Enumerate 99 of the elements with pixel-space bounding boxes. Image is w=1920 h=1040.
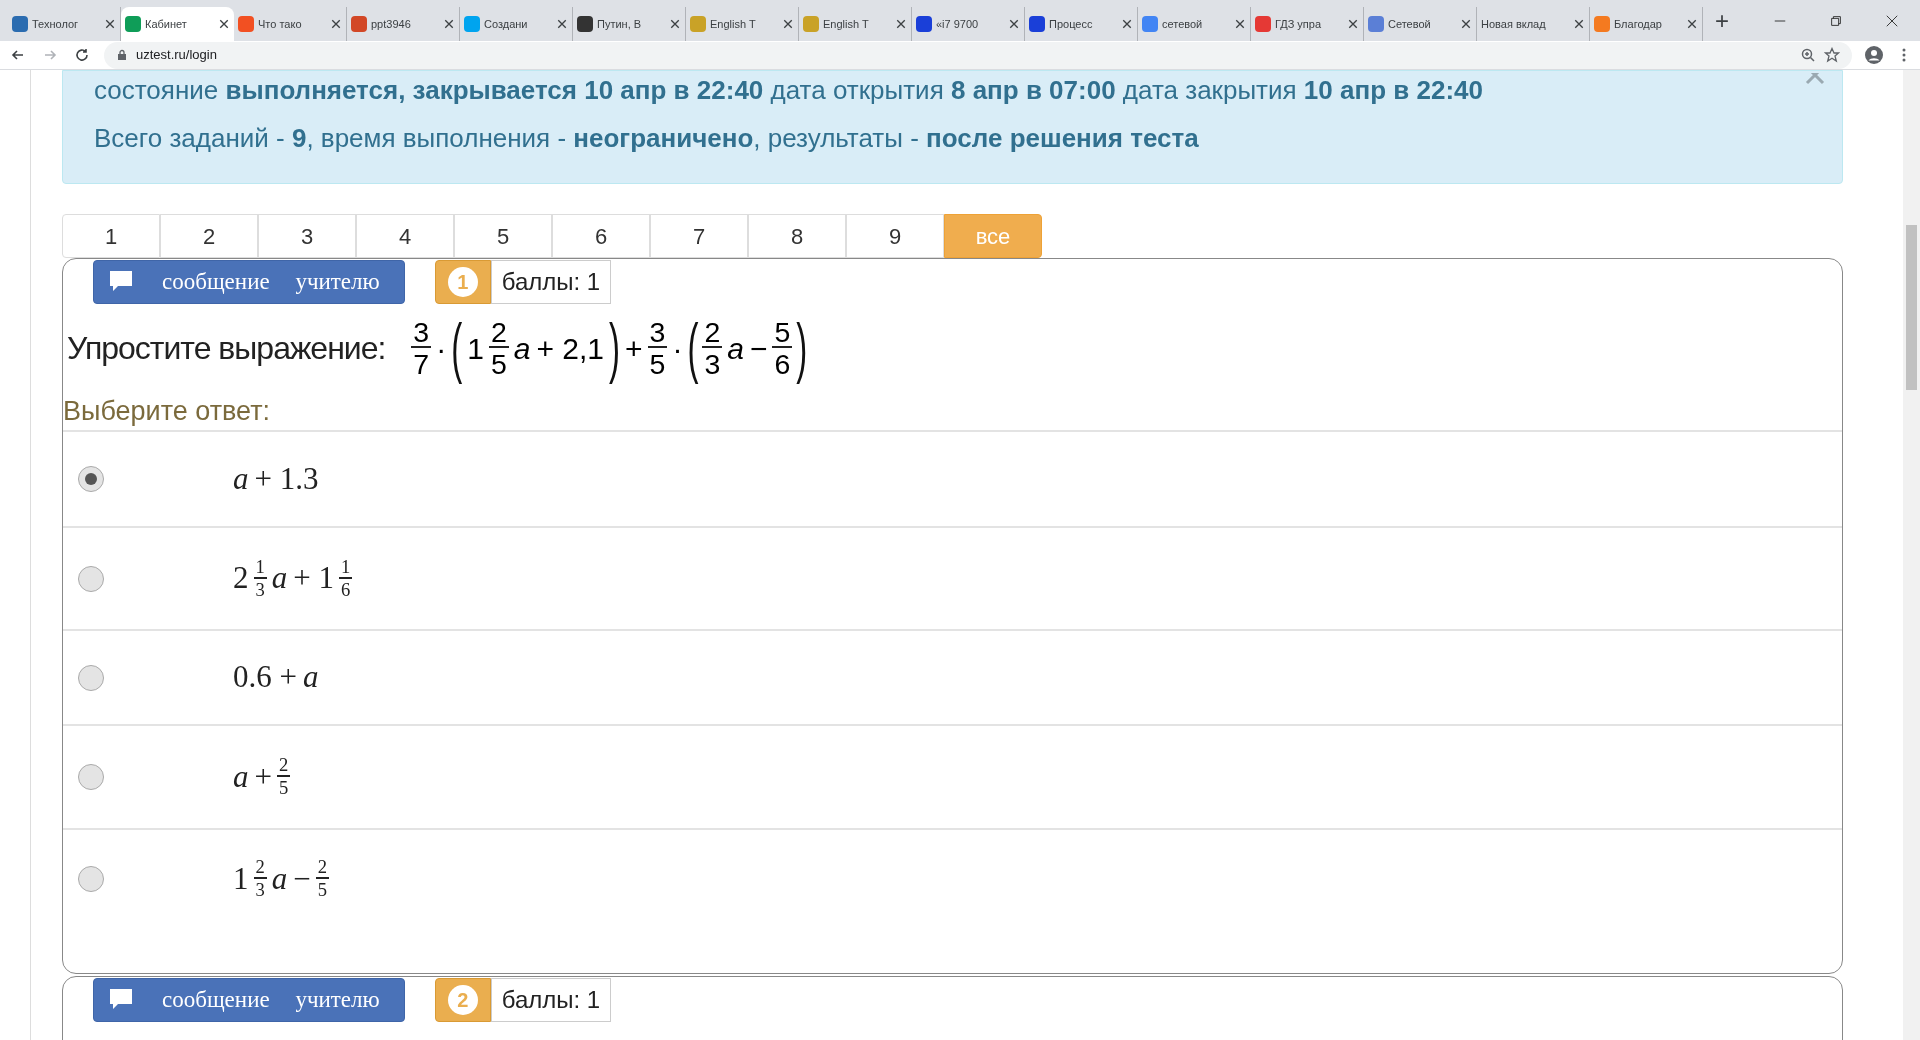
math-variable: a	[727, 330, 744, 367]
task-tab[interactable]: 5	[454, 214, 552, 258]
radio-button[interactable]	[78, 565, 104, 592]
tab-title: ГДЗ упра	[1275, 16, 1322, 32]
fraction: 5 6	[772, 317, 793, 379]
task-tab[interactable]: 8	[748, 214, 846, 258]
parenthesis: (	[451, 309, 463, 387]
star-icon[interactable]	[1824, 47, 1840, 63]
math-text: +	[254, 757, 272, 796]
task-tab[interactable]: 3	[258, 214, 356, 258]
tab-title: English T	[710, 16, 756, 32]
score-label: баллы: 1	[490, 260, 612, 304]
tab-favicon-icon	[1029, 16, 1045, 32]
tab-favicon-icon	[125, 16, 141, 32]
task-tab[interactable]: 9	[846, 214, 944, 258]
tab-favicon-icon	[1255, 16, 1271, 32]
tab-title: English T	[823, 16, 869, 32]
parenthesis: )	[796, 309, 808, 387]
parenthesis: (	[687, 309, 699, 387]
math-text: −	[293, 859, 311, 898]
answer-prompt: Выберите ответ:	[63, 395, 272, 428]
math-text: ·	[436, 330, 447, 367]
score-label: баллы: 1	[490, 978, 612, 1022]
tab-favicon-icon	[577, 16, 593, 32]
radio-button[interactable]	[78, 664, 104, 691]
math-variable: a	[233, 459, 249, 498]
tab-favicon-icon	[803, 16, 819, 32]
fraction: 1 3	[253, 557, 267, 600]
browser-tab[interactable]: Кабинет	[121, 7, 234, 41]
fraction: 2 5	[488, 317, 509, 379]
tab-favicon-icon	[351, 16, 367, 32]
new-tab-button[interactable]: +	[1715, 9, 1729, 33]
tab-title: Путин, В	[597, 16, 642, 32]
parenthesis: )	[609, 309, 620, 387]
tab-title: Технолог	[32, 16, 79, 32]
math-text: + 1	[293, 559, 335, 598]
math-text: 0.6 +	[233, 658, 297, 697]
question-number: 2	[447, 985, 478, 1015]
math-variable: a	[303, 658, 319, 697]
scrollbar[interactable]	[1903, 70, 1920, 1040]
message-button[interactable]: сообщение учителю	[93, 260, 405, 304]
task-tab[interactable]: 4	[356, 214, 454, 258]
question-text: Упростите выражение:	[67, 329, 386, 368]
tab-title: Благодар	[1614, 16, 1662, 32]
tab-title: Новая вклад	[1481, 16, 1546, 32]
math-variable: a	[271, 859, 288, 898]
fraction: 3 5	[647, 317, 668, 379]
account-icon[interactable]	[1864, 45, 1884, 65]
info-text: Всего заданий - 9, время выполнения - неограничено, результаты - после решения теста	[94, 123, 1200, 153]
tab-title: Процесс	[1049, 16, 1093, 32]
math-text: + 1.3	[254, 459, 319, 498]
tab-title: Кабинет	[145, 16, 187, 32]
math-text: ·	[672, 330, 683, 367]
tab-favicon-icon	[1368, 16, 1384, 32]
task-tab[interactable]: 1	[62, 214, 160, 258]
question-number: 1	[447, 267, 478, 297]
tab-title: Создани	[484, 16, 528, 32]
message-button[interactable]: сообщение учителю	[93, 978, 405, 1022]
fraction: 2 3	[702, 317, 723, 379]
tab-title: «i7 9700	[936, 16, 979, 32]
tab-favicon-icon	[238, 16, 254, 32]
address-bar[interactable]: uztest.ru/login	[104, 41, 1852, 69]
radio-button[interactable]	[78, 466, 104, 492]
fraction: 1 6	[339, 557, 353, 600]
scrollbar-thumb[interactable]	[1906, 225, 1917, 390]
tab-favicon-icon	[1142, 16, 1158, 32]
math-text: + 2,1	[536, 330, 604, 367]
fraction: 2 5	[277, 756, 291, 798]
math-variable: a	[233, 757, 249, 796]
fraction: 2 5	[315, 858, 330, 900]
tab-favicon-icon	[916, 16, 932, 32]
math-text: +	[625, 330, 643, 367]
zoom-icon[interactable]	[1800, 47, 1816, 63]
fraction: 2 3	[253, 858, 267, 900]
lock-icon	[116, 49, 128, 61]
math-variable: a	[513, 330, 531, 367]
answer-option[interactable]: a + 1.3	[63, 430, 1842, 526]
task-tab[interactable]: 2	[160, 214, 258, 258]
math-text: 2	[233, 559, 249, 598]
tab-favicon-icon	[1594, 16, 1610, 32]
tab-title: сетевой	[1162, 16, 1203, 32]
tab-favicon-icon	[12, 16, 28, 32]
answer-option[interactable]: 0.6 + a	[63, 629, 1842, 724]
url-text: uztest.ru/login	[136, 46, 217, 65]
math-text: 1	[233, 859, 249, 898]
tab-title: Сетевой	[1388, 16, 1431, 32]
tab-title: ppt3946	[371, 16, 411, 32]
radio-button[interactable]	[78, 764, 104, 790]
fraction: 3 7	[411, 317, 432, 379]
tab-favicon-icon	[690, 16, 706, 32]
tab-title: Что тако	[258, 16, 302, 32]
math-text: −	[749, 330, 768, 367]
tab-favicon-icon	[464, 16, 480, 32]
info-text: состояние выполняется, закрывается 10 апр в 22:40 дата открытия 8 апр в 07:00 дата закрытия 10 апр в 22:40	[94, 75, 1484, 105]
math-text: 1	[467, 330, 484, 367]
task-tab[interactable]: 6	[552, 214, 650, 258]
math-variable: a	[271, 559, 288, 598]
task-tab[interactable]: 7	[650, 214, 748, 258]
radio-button[interactable]	[78, 866, 104, 892]
